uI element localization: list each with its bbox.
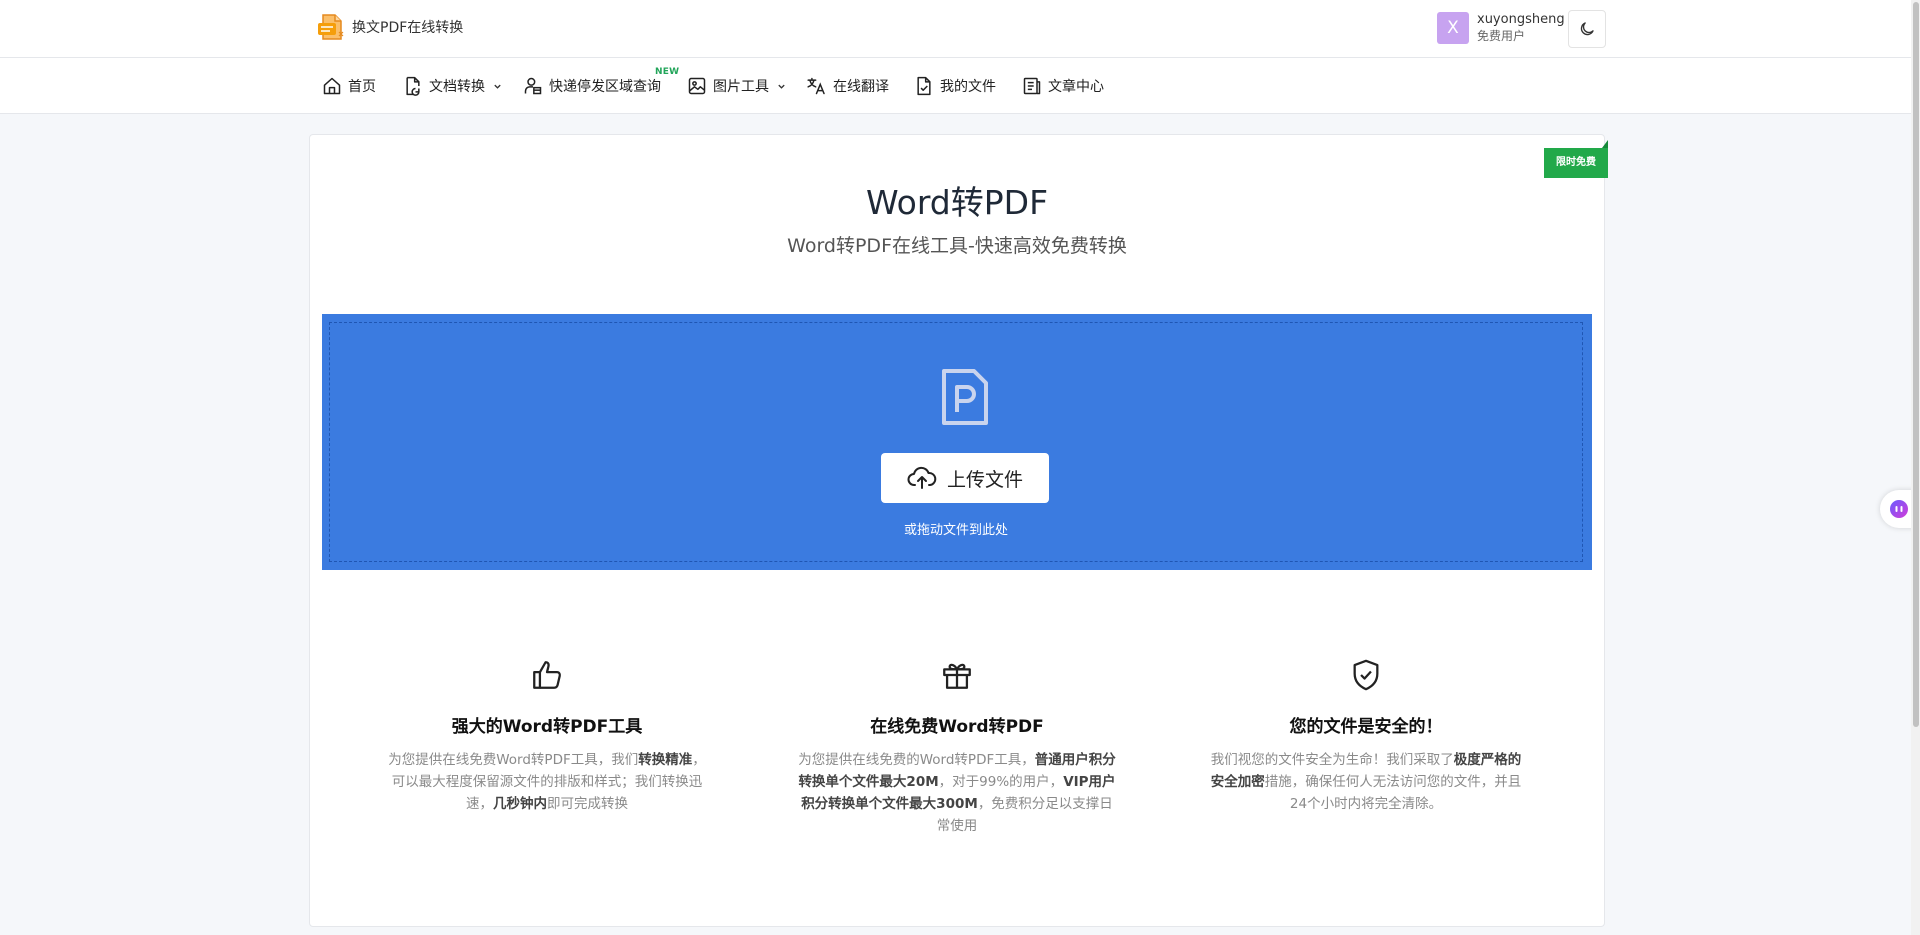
nav-label: 首页 — [348, 79, 376, 95]
feature-powerful: 强大的Word转PDF工具 为您提供在线免费Word转PDF工具，我们转换精准，… — [382, 658, 712, 815]
document-convert-icon — [403, 76, 423, 96]
feature-title: 您的文件是安全的！ — [1289, 717, 1443, 737]
avatar[interactable]: X — [1437, 12, 1469, 44]
feature-desc: 为您提供在线免费Word转PDF工具，我们转换精准，可以最大程度保留源文件的排版… — [387, 749, 707, 815]
page-subtitle: Word转PDF在线工具-快速高效免费转换 — [787, 235, 1127, 257]
nav-item-image-tools[interactable]: 图片工具 — [687, 76, 786, 96]
desc-text: 为您提供在线免费Word转PDF工具，我们 — [388, 752, 639, 768]
drop-hint: 或拖动文件到此处 — [903, 523, 1008, 538]
ribbon-fold — [1602, 140, 1608, 148]
desc-emphasis: 几秒钟内 — [493, 796, 547, 812]
feature-title: 在线免费Word转PDF — [870, 717, 1044, 737]
upload-button-label: 上传文件 — [946, 468, 1023, 491]
desc-text: 即可完成转换 — [547, 796, 628, 812]
feature-desc: 我们视您的文件安全为生命！我们采取了极度严格的安全加密措施，确保任何人无法访问您… — [1206, 749, 1526, 815]
image-icon — [687, 76, 707, 96]
feature-title: 强大的Word转PDF工具 — [451, 717, 643, 737]
feature-free: 在线免费Word转PDF 为您提供在线免费的Word转PDF工具，普通用户积分转… — [792, 658, 1122, 837]
dropzone-border: 上传文件 或拖动文件到此处 — [329, 322, 1583, 562]
nav-item-articles[interactable]: 文章中心 — [1022, 76, 1104, 96]
scrollbar-thumb[interactable] — [1913, 2, 1919, 727]
new-badge: NEW — [655, 67, 680, 77]
nav-item-my-files[interactable]: 我的文件 — [914, 76, 996, 96]
free-ribbon: 限时免费 — [1544, 148, 1608, 178]
assistant-bot-icon — [1889, 499, 1909, 519]
upload-dropzone[interactable]: 上传文件 或拖动文件到此处 — [322, 314, 1592, 570]
nav-label: 图片工具 — [713, 79, 769, 95]
top-header: 换文PDF在线转换 X xuyongsheng 免费用户 — [0, 0, 1920, 58]
cloud-upload-icon — [907, 466, 937, 490]
article-icon — [1022, 76, 1042, 96]
nav-item-express-query[interactable]: 快递停发区域查询 — [523, 76, 661, 96]
person-package-icon — [523, 76, 543, 96]
main-nav: 首页 文档转换 快递停发区域查询 NEW 图片工具 在线翻译 我的文件 文章中心 — [0, 58, 1920, 114]
upload-file-button[interactable]: 上传文件 — [881, 453, 1049, 503]
nav-item-doc-convert[interactable]: 文档转换 — [403, 76, 502, 96]
file-check-icon — [914, 76, 934, 96]
desc-text: 措施，确保任何人无法访问您的文件，并且24个小时内将完全清除。 — [1264, 774, 1522, 812]
desc-emphasis: 转换精准 — [638, 752, 693, 768]
nav-label: 文档转换 — [429, 79, 485, 95]
chevron-down-icon — [777, 82, 786, 91]
desc-text: ，对于99%的用户， — [938, 774, 1064, 790]
nav-label: 在线翻译 — [833, 79, 889, 95]
nav-item-translate[interactable]: 在线翻译 — [806, 76, 889, 96]
user-name: xuyongsheng — [1477, 12, 1565, 27]
feature-desc: 为您提供在线免费的Word转PDF工具，普通用户积分转换单个文件最大20M，对于… — [797, 749, 1117, 837]
user-menu[interactable]: X xuyongsheng 免费用户 — [1437, 12, 1565, 44]
brand-name: 换文PDF在线转换 — [352, 20, 464, 36]
shield-check-icon — [1349, 658, 1383, 692]
translate-icon — [806, 76, 827, 96]
desc-text: 我们视您的文件安全为生命！我们采取了 — [1210, 752, 1454, 768]
nav-label: 快递停发区域查询 — [549, 79, 661, 95]
feature-secure: 您的文件是安全的！ 我们视您的文件安全为生命！我们采取了极度严格的安全加密措施，… — [1201, 658, 1531, 815]
logo-icon — [315, 12, 347, 42]
thumbs-up-icon — [530, 658, 564, 692]
user-info: xuyongsheng 免费用户 — [1477, 12, 1565, 44]
brand-logo-link[interactable]: 换文PDF在线转换 — [315, 12, 463, 42]
user-type: 免费用户 — [1477, 29, 1526, 43]
nav-label: 我的文件 — [940, 79, 996, 95]
nav-item-home[interactable]: 首页 — [322, 76, 376, 96]
page-title: Word转PDF — [865, 183, 1049, 222]
gift-icon — [940, 658, 974, 692]
desc-text: 为您提供在线免费的Word转PDF工具， — [798, 752, 1035, 768]
nav-label: 文章中心 — [1048, 79, 1104, 95]
chevron-down-icon — [493, 82, 502, 91]
theme-toggle-button[interactable] — [1568, 10, 1606, 48]
home-icon — [322, 76, 342, 96]
moon-icon — [1578, 20, 1596, 38]
pdf-file-icon — [940, 367, 990, 427]
